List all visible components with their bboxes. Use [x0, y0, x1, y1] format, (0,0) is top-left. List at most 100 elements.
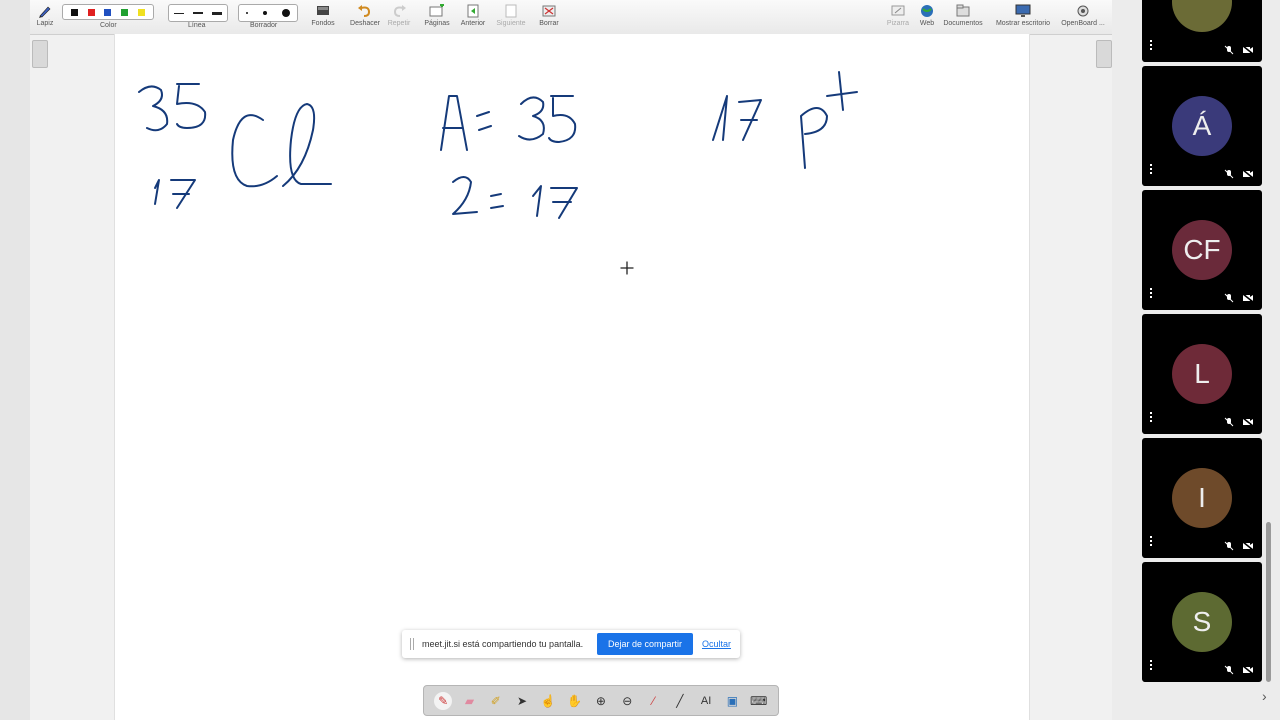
- color-swatch-yellow[interactable]: [138, 8, 146, 16]
- eraser-size-selector: [238, 4, 298, 22]
- mic-muted-icon: [1224, 293, 1234, 303]
- laser-pointer-icon[interactable]: ⁄: [645, 692, 663, 710]
- backgrounds-icon: [317, 6, 329, 15]
- camera-off-icon: [1242, 417, 1254, 427]
- participant-tile[interactable]: CF: [1142, 190, 1262, 310]
- stylus-toolbar: ✎ ▰ ✐ ➤ ☝ ✋ ⊕ ⊖ ⁄ ╱ AI ▣ ⌨: [423, 685, 779, 716]
- selector-tool-icon[interactable]: ➤: [513, 692, 531, 710]
- mic-muted-icon: [1224, 169, 1234, 179]
- left-dock-toggle[interactable]: [32, 40, 48, 68]
- participant-tile[interactable]: S: [1142, 562, 1262, 682]
- participant-tile[interactable]: I: [1142, 438, 1262, 558]
- desktop-icon: [1015, 4, 1031, 17]
- zoom-out-icon[interactable]: ⊖: [618, 692, 636, 710]
- next-button[interactable]: Siguiente: [492, 2, 530, 32]
- participant-tile[interactable]: Á: [1142, 66, 1262, 186]
- show-desktop-button[interactable]: Mostrar escritorio: [992, 2, 1054, 32]
- more-options-icon[interactable]: [1150, 288, 1152, 300]
- previous-label: Anterior: [460, 20, 486, 27]
- screen-share-notification: meet.jit.si está compartiendo tu pantall…: [402, 630, 740, 658]
- avatar: CF: [1172, 220, 1232, 280]
- more-options-icon[interactable]: [1150, 660, 1152, 672]
- main-toolbar: Lapiz Color Línea Borrador Fondos Deshac…: [30, 0, 1112, 35]
- avatar: I: [1172, 468, 1232, 528]
- color-swatch-black[interactable]: [70, 8, 78, 16]
- avatar: [1172, 0, 1232, 32]
- pen-tool-button[interactable]: Lapiz: [32, 2, 58, 32]
- eraser-large-option[interactable]: [281, 9, 290, 17]
- keyboard-icon[interactable]: ⌨: [750, 692, 768, 710]
- avatar: S: [1172, 592, 1232, 652]
- line-width-selector: [168, 4, 228, 22]
- camera-off-icon: [1242, 665, 1254, 675]
- drag-handle-icon[interactable]: [410, 638, 414, 650]
- hand-point-tool-icon[interactable]: ☝: [539, 692, 557, 710]
- zoom-in-icon[interactable]: ⊕: [592, 692, 610, 710]
- pen-tool-icon[interactable]: ✎: [434, 691, 453, 710]
- participant-tile[interactable]: L: [1142, 314, 1262, 434]
- whiteboard-canvas[interactable]: [114, 34, 1030, 720]
- color-group-label: Color: [100, 22, 117, 29]
- more-options-icon[interactable]: [1150, 40, 1152, 52]
- eraser-tool-icon[interactable]: ▰: [460, 692, 478, 710]
- more-options-icon[interactable]: [1150, 164, 1152, 176]
- documents-label: Documentos: [943, 20, 983, 27]
- web-button[interactable]: Web: [914, 2, 940, 32]
- clear-label: Borrar: [539, 20, 559, 27]
- backgrounds-label: Fondos: [311, 20, 335, 27]
- undo-button[interactable]: Deshacer: [346, 2, 384, 32]
- mic-muted-icon: [1224, 45, 1234, 55]
- redo-button[interactable]: Repetir: [386, 2, 412, 32]
- text-tool-icon[interactable]: AI: [697, 692, 715, 710]
- cursor-crosshair: [620, 261, 634, 275]
- clear-icon: [542, 5, 556, 17]
- board-button[interactable]: Pizarra: [884, 2, 912, 32]
- color-palette: [62, 4, 154, 20]
- pages-button[interactable]: Páginas: [422, 2, 452, 32]
- clear-button[interactable]: Borrar: [536, 2, 562, 32]
- participant-tile[interactable]: [1142, 0, 1262, 62]
- line-group-label: Línea: [188, 22, 206, 29]
- stroke-Z: [452, 176, 478, 215]
- openboard-menu-button[interactable]: OpenBoard ...: [1058, 2, 1108, 32]
- show-desktop-label: Mostrar escritorio: [995, 20, 1051, 27]
- stroke-17-p: [712, 95, 762, 141]
- stroke-p: [800, 107, 828, 169]
- board-icon: [891, 5, 905, 16]
- color-swatch-red[interactable]: [87, 8, 95, 16]
- hide-link[interactable]: Ocultar: [702, 639, 731, 649]
- share-message: meet.jit.si está compartiendo tu pantall…: [422, 639, 584, 649]
- right-dock-toggle[interactable]: [1096, 40, 1112, 68]
- color-swatch-green[interactable]: [121, 8, 129, 16]
- stop-sharing-button[interactable]: Dejar de compartir: [596, 633, 693, 655]
- more-options-icon[interactable]: [1150, 412, 1152, 424]
- next-icon: [505, 4, 517, 18]
- redo-label: Repetir: [387, 20, 411, 27]
- pages-label: Páginas: [424, 20, 450, 27]
- participants-scrollbar[interactable]: [1266, 522, 1271, 682]
- backgrounds-button[interactable]: Fondos: [306, 2, 340, 32]
- board-label: Pizarra: [886, 20, 910, 27]
- folder-icon: [956, 4, 970, 17]
- handwriting-layer: [138, 71, 858, 275]
- mic-muted-icon: [1224, 541, 1234, 551]
- capture-tool-icon[interactable]: ▣: [723, 692, 741, 710]
- stroke-Cl: [231, 103, 332, 188]
- chevron-right-icon[interactable]: ›: [1262, 688, 1267, 704]
- documents-button[interactable]: Documentos: [940, 2, 986, 32]
- pen-icon: [39, 6, 51, 18]
- openboard-label: OpenBoard ...: [1061, 20, 1105, 27]
- previous-button[interactable]: Anterior: [456, 2, 490, 32]
- line-thick-option[interactable]: [212, 11, 223, 15]
- camera-off-icon: [1242, 293, 1254, 303]
- line-thin-option[interactable]: [173, 12, 184, 14]
- line-medium-option[interactable]: [192, 12, 203, 14]
- stroke-35-right: [518, 95, 577, 143]
- highlighter-tool-icon[interactable]: ✐: [487, 692, 505, 710]
- eraser-small-option[interactable]: [246, 12, 249, 14]
- color-swatch-blue[interactable]: [104, 8, 112, 16]
- hand-pan-tool-icon[interactable]: ✋: [566, 692, 584, 710]
- more-options-icon[interactable]: [1150, 536, 1152, 548]
- eraser-medium-option[interactable]: [262, 11, 267, 15]
- line-tool-icon[interactable]: ╱: [671, 692, 689, 710]
